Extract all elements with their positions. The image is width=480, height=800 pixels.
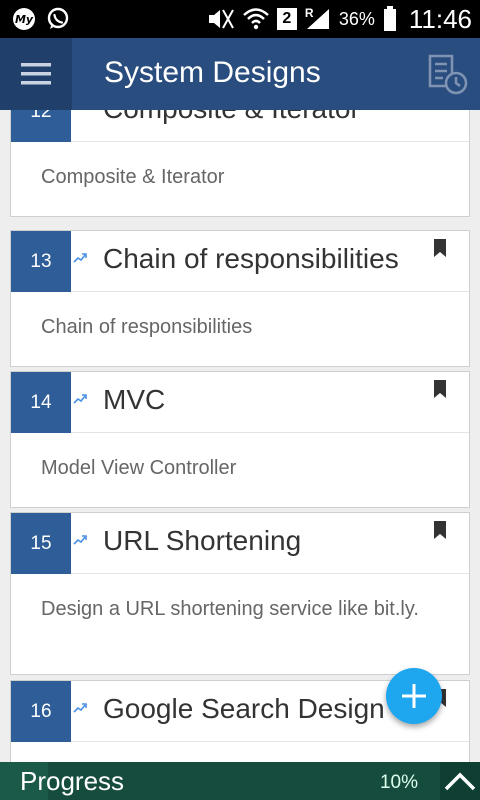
card-header: 14 MVC — [11, 372, 469, 433]
bookmark-icon[interactable] — [433, 239, 447, 257]
topic-description — [11, 742, 469, 762]
card-header: 12 Composite & Iterator — [11, 110, 469, 142]
add-button[interactable] — [386, 668, 442, 724]
topic-number: 16 — [11, 681, 71, 742]
status-bar: My 2 R 36% 11:46 — [0, 0, 480, 38]
expand-progress-button[interactable] — [440, 762, 480, 800]
progress-bar: Progress 10% — [0, 762, 480, 800]
trending-up-icon — [73, 535, 87, 545]
trending-up-icon — [73, 703, 87, 713]
chevron-up-icon — [444, 772, 476, 791]
list-item[interactable]: 15 URL Shortening Design a URL shortenin… — [10, 512, 470, 675]
card-header: 13 Chain of responsibilities — [11, 231, 469, 292]
topic-number: 15 — [11, 513, 71, 574]
topic-description: Design a URL shortening service like bit… — [41, 598, 419, 620]
topic-title: MVC — [103, 384, 166, 415]
card-header: 15 URL Shortening — [11, 513, 469, 574]
topic-number: 13 — [11, 231, 71, 292]
sim-icon: 2 — [276, 8, 297, 30]
my-app-icon: My — [12, 7, 38, 31]
trending-up-icon — [73, 394, 87, 404]
progress-percent: 10% — [379, 772, 418, 793]
bookmark-icon[interactable] — [433, 380, 447, 398]
whatsapp-icon — [46, 7, 70, 31]
menu-button[interactable] — [0, 38, 72, 110]
topic-description: Model View Controller — [41, 457, 237, 479]
app-bar: System Designs — [0, 38, 480, 110]
list-item[interactable]: 12 Composite & Iterator Composite & Iter… — [10, 110, 470, 217]
list-item[interactable]: 13 Chain of responsibilities Chain of re… — [10, 230, 470, 367]
bookmark-icon[interactable] — [433, 521, 447, 539]
topic-list[interactable]: 12 Composite & Iterator Composite & Iter… — [0, 110, 480, 762]
page-title: System Designs — [104, 56, 321, 89]
svg-text:My: My — [15, 13, 34, 26]
sort-button[interactable] — [426, 52, 472, 98]
plus-icon — [402, 684, 426, 708]
mute-icon — [207, 8, 235, 30]
hamburger-icon — [21, 63, 51, 85]
trending-up-icon — [73, 253, 87, 263]
topic-description: Composite & Iterator — [41, 166, 225, 188]
clock: 11:46 — [408, 3, 472, 34]
topic-title: Google Search Design — [103, 693, 385, 724]
topic-title: Composite & Iterator — [103, 110, 360, 125]
battery-percent: 36% — [338, 8, 375, 29]
topic-number: 14 — [11, 372, 71, 433]
signal-icon: R — [304, 6, 331, 31]
wifi-icon — [242, 8, 269, 30]
battery-icon — [383, 6, 397, 32]
network-type: R — [304, 6, 314, 20]
sort-list-icon — [428, 54, 468, 95]
list-item[interactable]: 14 MVC Model View Controller — [10, 371, 470, 508]
topic-description: Chain of responsibilities — [41, 316, 253, 338]
topic-title: Chain of responsibilities — [103, 243, 399, 274]
topic-title: URL Shortening — [103, 525, 302, 556]
topic-number: 12 — [11, 110, 71, 142]
progress-label: Progress — [20, 766, 125, 796]
